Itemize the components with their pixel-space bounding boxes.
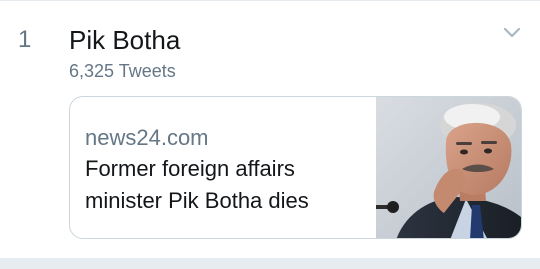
trend-rank: 1 (18, 26, 32, 53)
chevron-down-icon[interactable] (503, 27, 521, 39)
news-card[interactable]: news24.com Former foreign affairs minist… (69, 96, 522, 239)
card-headline[interactable]: Former foreign affairs minister Pik Both… (85, 153, 365, 217)
tweet-count: 6,325 Tweets (69, 61, 176, 81)
trend-row[interactable]: 1 Pik Botha 6,325 Tweets news24.com Form… (0, 0, 540, 258)
card-thumbnail-image[interactable] (376, 97, 521, 239)
list-divider (0, 258, 540, 269)
trend-title[interactable]: Pik Botha (69, 25, 180, 56)
card-domain: news24.com (85, 125, 209, 150)
